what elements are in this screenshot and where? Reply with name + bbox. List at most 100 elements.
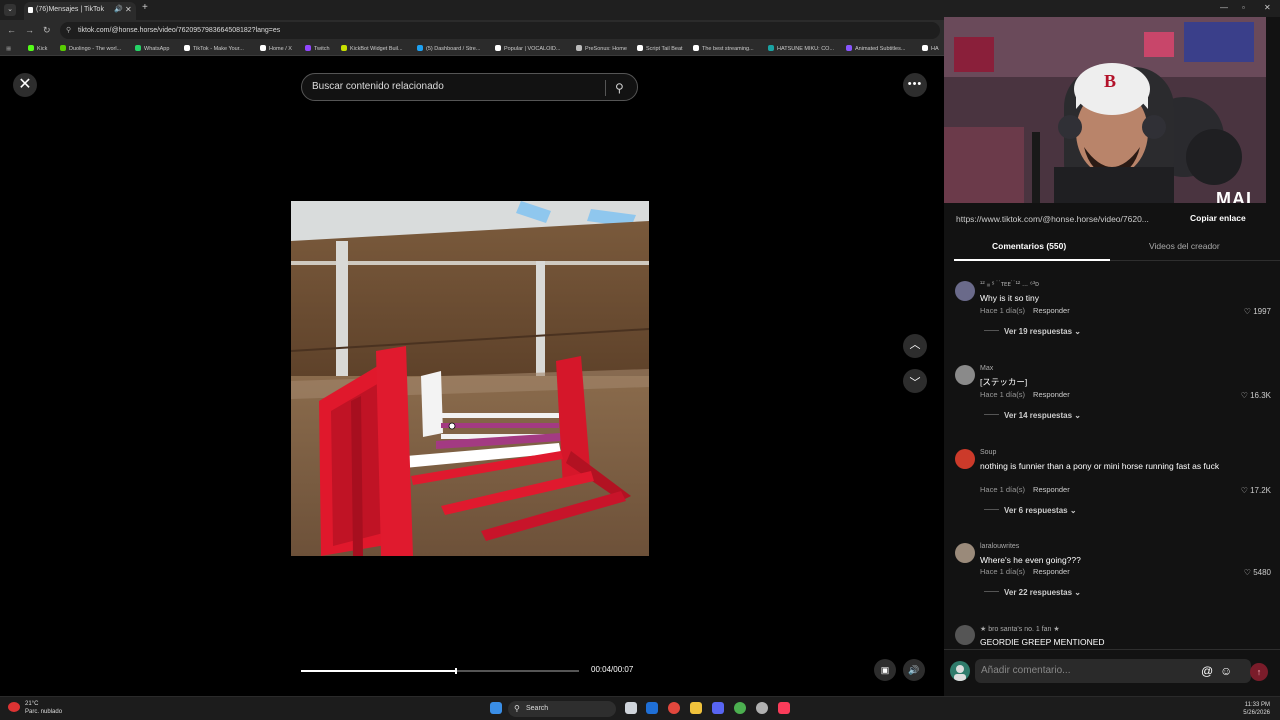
chevron-down-icon: ⌄ (1069, 506, 1077, 515)
chrome-icon[interactable] (668, 702, 680, 714)
view-replies-button[interactable]: Ver 22 respuestas ⌄ (984, 588, 1081, 597)
view-replies-button[interactable]: Ver 19 respuestas ⌄ (984, 327, 1081, 336)
weather-icon (8, 702, 20, 712)
bookmark-item[interactable]: Script Tail Beat (637, 44, 683, 54)
window-close-button[interactable]: ✕ (1264, 3, 1271, 12)
avatar[interactable] (955, 449, 975, 469)
maximize-button[interactable]: ▫ (1242, 3, 1245, 12)
copy-link-button[interactable]: Copiar enlace (1190, 209, 1246, 227)
new-tab-button[interactable]: + (142, 2, 148, 13)
tab-comments[interactable]: Comentarios (550) (992, 241, 1066, 251)
bookmark-label: The best streaming... (702, 46, 754, 52)
like-button[interactable]: ♡ 17.2K (1241, 486, 1271, 495)
browser-tab[interactable]: (76)Mensajes | TikTok 🔊 ✕ (24, 2, 136, 20)
tiktok-favicon (28, 7, 33, 13)
chevron-down-icon: ⌄ (1074, 588, 1081, 597)
reply-button[interactable]: Responder (1033, 306, 1070, 315)
bookmark-item[interactable]: PreSonus: Home (576, 44, 627, 54)
comment-username[interactable]: ★ bro santa's no. 1 fan ★ (980, 625, 1060, 633)
comment-username[interactable]: ¹² ᵢᵢᵢ ˢ ˙˙ᴛᴇᴇ˙˙¹² ... ⁶³ᴅ (980, 281, 1039, 288)
comment-input[interactable]: Añadir comentario... @ ☺ (975, 659, 1251, 683)
video-time: 00:04/00:07 (591, 665, 634, 674)
weather-widget[interactable]: 21°C Parc. nublado (8, 700, 62, 716)
reply-button[interactable]: Responder (1033, 567, 1070, 576)
task-view-icon[interactable] (625, 702, 637, 714)
view-replies-button[interactable]: Ver 6 respuestas ⌄ (984, 506, 1077, 515)
video-link[interactable]: https://www.tiktok.com/@honse.horse/vide… (956, 214, 1149, 224)
comment-meta: Hace 1 día(s) Responder (980, 485, 1070, 494)
tab-close-icon[interactable]: ✕ (125, 2, 132, 18)
comment-username[interactable]: laralouwrites (980, 543, 1019, 550)
taskbar-search[interactable]: ⚲ Search (508, 701, 616, 717)
start-icon[interactable] (490, 702, 502, 714)
floating-player-icon[interactable]: ▣ (874, 659, 896, 681)
bookmark-item[interactable]: KickBot Widget Buil... (341, 44, 403, 54)
close-icon[interactable]: ✕ (13, 73, 37, 97)
bookmark-item[interactable]: HA (922, 44, 939, 54)
like-button[interactable]: ♡ 5480 (1244, 568, 1271, 577)
send-icon[interactable]: ↑ (1250, 663, 1268, 681)
avatar[interactable] (955, 365, 975, 385)
bookmark-item[interactable]: Twitch (305, 44, 330, 54)
like-button[interactable]: ♡ 16.3K (1241, 391, 1271, 400)
emoji-icon[interactable]: ☺ (1220, 659, 1232, 683)
bookmark-item[interactable]: The best streaming... (693, 44, 754, 54)
video-progress-knob[interactable] (455, 668, 458, 674)
more-horizontal-icon[interactable]: ••• (903, 73, 927, 97)
edge-icon[interactable] (646, 702, 658, 714)
bookmark-item[interactable]: TikTok - Make Your... (184, 44, 244, 54)
reply-button[interactable]: Responder (1033, 485, 1070, 494)
avatar[interactable] (955, 625, 975, 645)
bookmark-item[interactable]: Duolingo - The worl... (60, 44, 121, 54)
mention-icon[interactable]: @ (1201, 659, 1213, 683)
file-explorer-icon[interactable] (690, 702, 702, 714)
comment-time: Hace 1 día(s) (980, 485, 1026, 494)
site-info-icon[interactable]: ⚲ (66, 22, 71, 39)
chevron-up-icon[interactable]: ︿ (903, 334, 927, 358)
tab-creator-videos[interactable]: Videos del creador (1149, 241, 1220, 251)
comment-username[interactable]: Soup (980, 449, 996, 456)
bookmark-favicon-icon (305, 45, 311, 51)
bookmark-item[interactable]: Kick (28, 44, 47, 54)
back-button[interactable]: ← (7, 25, 16, 35)
chevron-down-icon: ⌄ (1074, 411, 1081, 420)
bookmark-item[interactable]: WhatsApp (135, 44, 169, 54)
bookmark-item[interactable]: Animated Subtitles... (846, 44, 905, 54)
search-divider (605, 80, 606, 96)
chrome-active-icon[interactable] (734, 702, 746, 714)
apps-icon[interactable]: ▦ (6, 44, 11, 54)
search-icon[interactable]: ⚲ (615, 75, 624, 101)
tab-audio-icon[interactable]: 🔊 (114, 2, 123, 18)
comment-username[interactable]: Max (980, 365, 993, 372)
avatar[interactable] (955, 281, 975, 301)
bookmark-item[interactable]: Popular | VOCALOID... (495, 44, 560, 54)
bookmark-label: Home / X (269, 46, 292, 52)
comment-composer: Añadir comentario... @ ☺ ↑ (944, 649, 1280, 696)
volume-icon[interactable]: 🔊 (903, 659, 925, 681)
bookmark-favicon-icon (135, 45, 141, 51)
video-player[interactable] (291, 62, 649, 694)
bookmark-item[interactable]: (5) Dashboard / Stre... (417, 44, 480, 54)
bookmark-item[interactable]: Home / X (260, 44, 292, 54)
tab-search-button[interactable]: ⌄ (4, 4, 16, 16)
discord-icon[interactable] (712, 702, 724, 714)
bookmark-item[interactable]: HATSUNE MIKU: CO... (768, 44, 834, 54)
comment-meta: Hace 1 día(s) Responder (980, 390, 1070, 399)
reply-button[interactable]: Responder (1033, 390, 1070, 399)
avatar[interactable] (955, 543, 975, 563)
chevron-down-icon[interactable]: ﹀ (903, 369, 927, 393)
music-icon[interactable] (778, 702, 790, 714)
video-progress-bar[interactable] (301, 668, 579, 674)
settings-icon[interactable] (756, 702, 768, 714)
video-viewer: ✕ Buscar contenido relacionado ⚲ ••• ︿ ﹀… (0, 56, 944, 696)
reload-button[interactable]: ↻ (43, 25, 51, 36)
video-progress-fill (301, 670, 456, 672)
taskbar-clock[interactable]: 11:33 PM 5/26/2026 (1238, 701, 1270, 717)
url-field[interactable]: ⚲ tiktok.com/@honse.horse/video/76209579… (60, 22, 940, 39)
minimize-button[interactable]: — (1220, 3, 1228, 12)
forward-button[interactable]: → (25, 25, 34, 35)
related-search-input[interactable]: Buscar contenido relacionado ⚲ (301, 73, 638, 101)
comment-time: Hace 1 día(s) (980, 390, 1026, 399)
view-replies-button[interactable]: Ver 14 respuestas ⌄ (984, 411, 1081, 420)
like-button[interactable]: ♡ 1997 (1244, 307, 1271, 316)
